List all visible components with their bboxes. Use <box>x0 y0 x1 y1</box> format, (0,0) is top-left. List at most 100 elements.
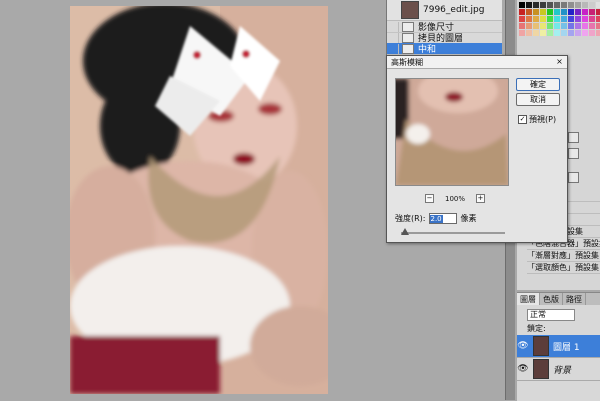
swatch-grid[interactable] <box>519 2 600 36</box>
preset-item[interactable]: 「漸層對應」預設集 <box>527 250 600 262</box>
color-swatch[interactable] <box>596 9 600 15</box>
color-swatch[interactable] <box>582 30 588 36</box>
color-swatch[interactable] <box>575 16 581 22</box>
color-swatch[interactable] <box>519 23 525 29</box>
color-swatch[interactable] <box>547 16 553 22</box>
snapshot-name: 7996_edit.jpg <box>423 5 485 15</box>
layer-thumbnail <box>533 359 549 379</box>
tab-channels[interactable]: 色版 <box>540 293 563 305</box>
color-swatch[interactable] <box>547 9 553 15</box>
color-swatch[interactable] <box>568 30 574 36</box>
color-swatch[interactable] <box>589 23 595 29</box>
layer-row[interactable]: 👁 背景 <box>517 358 600 381</box>
color-swatch[interactable] <box>561 16 567 22</box>
color-swatch[interactable] <box>589 30 595 36</box>
color-swatch[interactable] <box>540 16 546 22</box>
preset-item[interactable]: 「選取顏色」預設集 <box>527 262 600 274</box>
color-swatch[interactable] <box>596 30 600 36</box>
adjustment-icon[interactable] <box>568 172 579 183</box>
color-swatch[interactable] <box>596 16 600 22</box>
adjustment-icon[interactable] <box>568 148 579 159</box>
color-swatch[interactable] <box>582 2 588 8</box>
radius-slider-track[interactable] <box>401 232 505 234</box>
history-brush-source[interactable] <box>387 32 399 43</box>
history-brush-source[interactable] <box>387 43 399 54</box>
history-step-label: 中和 <box>418 45 437 55</box>
color-swatch[interactable] <box>582 16 588 22</box>
history-brush-source[interactable] <box>387 21 399 32</box>
color-swatch[interactable] <box>526 23 532 29</box>
zoom-level: 100% <box>444 194 465 203</box>
color-swatch[interactable] <box>533 9 539 15</box>
color-swatch[interactable] <box>554 30 560 36</box>
layer-row[interactable]: 👁 圖層 1 <box>517 335 600 358</box>
zoom-out-button[interactable]: − <box>425 194 434 203</box>
color-swatch[interactable] <box>554 16 560 22</box>
color-swatch[interactable] <box>561 2 567 8</box>
color-swatch[interactable] <box>519 16 525 22</box>
radius-slider-thumb[interactable] <box>401 228 410 235</box>
color-swatch[interactable] <box>589 2 595 8</box>
color-swatch[interactable] <box>568 9 574 15</box>
color-swatch[interactable] <box>540 30 546 36</box>
preview-checkbox-mark[interactable]: ✓ <box>518 115 527 124</box>
color-swatch[interactable] <box>568 23 574 29</box>
history-step-icon <box>402 43 414 54</box>
color-swatch[interactable] <box>575 2 581 8</box>
color-swatch[interactable] <box>575 30 581 36</box>
zoom-in-button[interactable]: + <box>475 194 485 203</box>
portrait-image <box>70 6 328 394</box>
color-swatch[interactable] <box>526 16 532 22</box>
blend-mode-select[interactable]: 正常 <box>527 309 575 321</box>
color-swatch[interactable] <box>533 2 539 8</box>
color-swatch[interactable] <box>547 30 553 36</box>
cancel-button[interactable]: 取消 <box>516 93 560 106</box>
color-swatch[interactable] <box>547 2 553 8</box>
color-swatch[interactable] <box>575 23 581 29</box>
layer-thumbnail <box>533 336 549 356</box>
color-swatch[interactable] <box>554 23 560 29</box>
color-swatch[interactable] <box>582 23 588 29</box>
tab-paths[interactable]: 路徑 <box>563 293 586 305</box>
history-snapshot[interactable]: 7996_edit.jpg <box>387 0 502 21</box>
color-swatch[interactable] <box>540 2 546 8</box>
color-swatch[interactable] <box>561 9 567 15</box>
color-swatch[interactable] <box>589 9 595 15</box>
color-swatch[interactable] <box>526 30 532 36</box>
color-swatch[interactable] <box>526 2 532 8</box>
zoom-controls: − 100% + <box>425 194 485 203</box>
color-swatch[interactable] <box>540 9 546 15</box>
color-swatch[interactable] <box>519 30 525 36</box>
tab-layers[interactable]: 圖層 <box>517 293 540 305</box>
color-swatch[interactable] <box>596 2 600 8</box>
color-swatch[interactable] <box>554 2 560 8</box>
close-icon[interactable]: × <box>555 57 564 66</box>
eye-icon[interactable]: 👁 <box>517 364 529 374</box>
color-swatch[interactable] <box>526 9 532 15</box>
adjustment-icon[interactable] <box>568 132 579 143</box>
eye-icon[interactable]: 👁 <box>517 341 529 351</box>
color-swatch[interactable] <box>540 23 546 29</box>
blur-preview[interactable] <box>395 78 509 186</box>
color-swatch[interactable] <box>589 16 595 22</box>
color-swatch[interactable] <box>561 23 567 29</box>
canvas-photo[interactable] <box>70 6 328 394</box>
preview-checkbox[interactable]: ✓ 預視(P) <box>518 114 556 125</box>
ok-button[interactable]: 確定 <box>516 78 560 91</box>
color-swatch[interactable] <box>568 2 574 8</box>
color-swatch[interactable] <box>554 9 560 15</box>
history-step-active[interactable]: 中和 <box>387 43 502 55</box>
color-swatch[interactable] <box>568 16 574 22</box>
color-swatch[interactable] <box>561 30 567 36</box>
color-swatch[interactable] <box>519 9 525 15</box>
color-swatch[interactable] <box>533 30 539 36</box>
color-swatch[interactable] <box>575 9 581 15</box>
radius-input[interactable]: 2.0 <box>428 213 457 224</box>
dialog-titlebar[interactable]: 高斯模糊 × <box>387 56 567 69</box>
color-swatch[interactable] <box>533 23 539 29</box>
color-swatch[interactable] <box>533 16 539 22</box>
color-swatch[interactable] <box>582 9 588 15</box>
color-swatch[interactable] <box>596 23 600 29</box>
color-swatch[interactable] <box>547 23 553 29</box>
color-swatch[interactable] <box>519 2 525 8</box>
